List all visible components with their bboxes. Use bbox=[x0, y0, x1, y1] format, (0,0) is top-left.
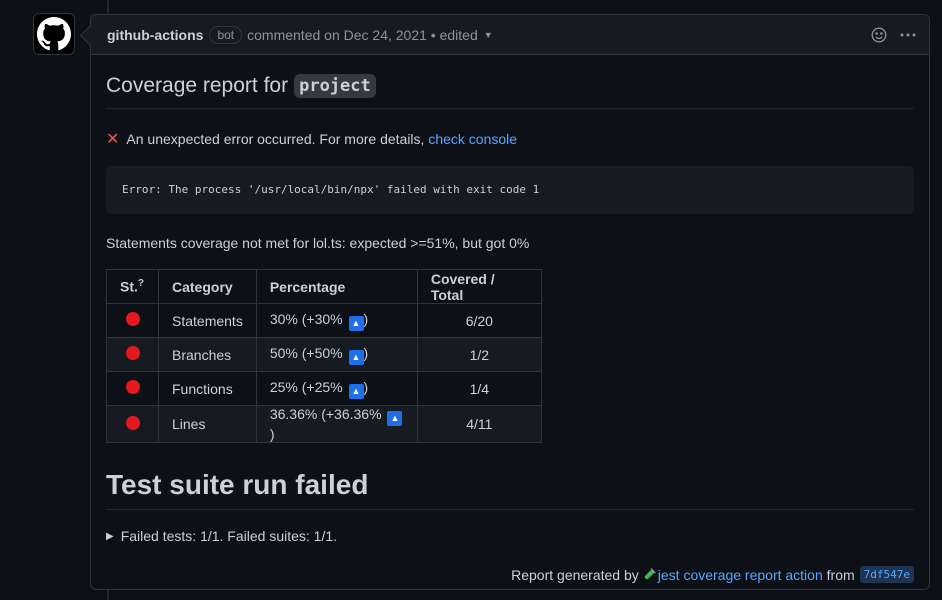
status-dot-icon bbox=[125, 380, 140, 394]
test-tube-icon bbox=[644, 567, 656, 583]
error-line: ✕ An unexpected error occurred. For more… bbox=[106, 131, 518, 148]
help-link[interactable]: ? bbox=[138, 278, 144, 289]
project-code: project bbox=[294, 73, 376, 98]
error-code-block: Error: The process '/usr/local/bin/npx' … bbox=[106, 166, 914, 214]
smiley-icon[interactable] bbox=[871, 27, 887, 43]
col-covered: Covered / Total bbox=[416, 269, 542, 304]
col-category: Category bbox=[158, 269, 257, 304]
table-row: Branches 50% (+50% ▲) 1/2 bbox=[106, 337, 542, 372]
status-dot-icon bbox=[125, 312, 140, 326]
kebab-menu-icon[interactable] bbox=[899, 27, 917, 43]
comment-box: github-actions bot commented on Dec 24, … bbox=[90, 14, 930, 590]
up-arrow-icon: ▲ bbox=[348, 349, 364, 365]
commit-sha-link[interactable]: 7df547e bbox=[859, 566, 914, 583]
table-row: Statements 30% (+30% ▲) 6/20 bbox=[106, 303, 542, 338]
triangle-right-icon[interactable]: ▶ bbox=[106, 531, 114, 542]
table-row: Lines 36.36% (+36.36% ▲) 4/11 bbox=[106, 405, 542, 443]
status-dot-icon bbox=[125, 346, 140, 360]
statements-message: Statements coverage not met for lol.ts: … bbox=[106, 235, 530, 251]
failed-tests-details[interactable]: ▶ Failed tests: 1/1. Failed suites: 1/1. bbox=[106, 528, 914, 544]
up-arrow-icon: ▲ bbox=[348, 315, 364, 331]
comment-header: github-actions bot commented on Dec 24, … bbox=[91, 15, 929, 55]
up-arrow-icon: ▲ bbox=[348, 383, 364, 399]
up-arrow-icon: ▲ bbox=[387, 411, 403, 426]
check-console-link[interactable]: check console bbox=[428, 131, 517, 147]
status-dot-icon bbox=[125, 415, 140, 430]
col-status: St.? bbox=[106, 269, 159, 304]
coverage-table: St.? Category Percentage Covered / Total… bbox=[106, 269, 542, 443]
bot-label: bot bbox=[209, 25, 243, 44]
chevron-down-icon[interactable]: ▼ bbox=[484, 30, 493, 40]
action-link[interactable]: jest coverage report action bbox=[658, 567, 823, 583]
comment-body: Coverage report for project ✕ An unexpec… bbox=[91, 55, 929, 599]
close-icon: ✕ bbox=[106, 131, 120, 148]
avatar[interactable] bbox=[33, 13, 75, 55]
suite-title: Test suite run failed bbox=[106, 469, 914, 510]
report-title: Coverage report for project bbox=[106, 71, 914, 109]
col-percentage: Percentage bbox=[255, 269, 418, 304]
github-logo-icon bbox=[37, 17, 71, 51]
author-link[interactable]: github-actions bbox=[107, 27, 203, 43]
table-row: Functions 25% (+25% ▲) 1/4 bbox=[106, 371, 542, 406]
comment-meta[interactable]: commented on Dec 24, 2021 • edited bbox=[247, 27, 478, 43]
report-footer: Report generated by jest coverage report… bbox=[106, 566, 914, 583]
